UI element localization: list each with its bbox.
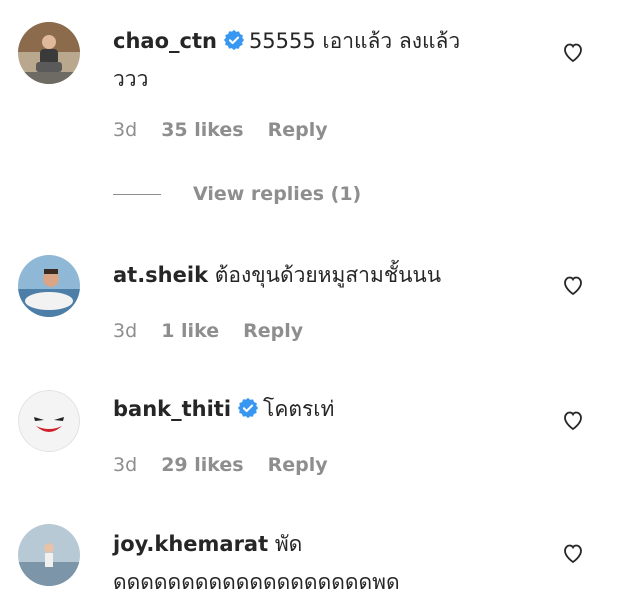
- comment-meta: 3d 1 like Reply: [113, 320, 321, 342]
- comment-meta: 3d 35 likes Reply: [113, 119, 346, 141]
- comment-body-cont: ดดดดดดดดดดดดดดดดดดดพด: [113, 570, 400, 594]
- comment-body: 55555 เอาแล้ว ลงแล้ว: [248, 29, 461, 53]
- comment-text: at.sheik ต้องขุนด้วยหมูสามชั้นนน: [113, 256, 553, 294]
- comment-time[interactable]: 3d: [113, 454, 137, 476]
- username[interactable]: at.sheik: [113, 263, 208, 287]
- username[interactable]: bank_thiti: [113, 397, 231, 421]
- username[interactable]: chao_ctn: [113, 29, 217, 53]
- reply-button[interactable]: Reply: [243, 320, 303, 342]
- comment-body: พัด: [274, 532, 303, 556]
- like-heart-icon[interactable]: [561, 273, 585, 297]
- verified-badge-icon: [237, 393, 259, 419]
- comment-body: ต้องขุนด้วยหมูสามชั้นนน: [214, 263, 442, 287]
- avatar-at-sheik[interactable]: [18, 255, 80, 317]
- avatar-chao-ctn[interactable]: [18, 22, 80, 84]
- view-replies-label: View replies (1): [193, 183, 362, 205]
- avatar-bank-thiti[interactable]: [18, 390, 80, 452]
- comment-body: โคตรเท่: [263, 397, 335, 421]
- comment-text: chao_ctn 55555 เอาแล้ว ลงแล้ว ววว: [113, 22, 553, 98]
- like-heart-icon[interactable]: [561, 40, 585, 64]
- like-heart-icon[interactable]: [561, 541, 585, 565]
- like-heart-icon[interactable]: [561, 408, 585, 432]
- comment-text: bank_thiti โคตรเท่: [113, 390, 553, 428]
- likes-count[interactable]: 29 likes: [161, 454, 243, 476]
- comment-meta: 3d 29 likes Reply: [113, 454, 346, 476]
- view-replies-button[interactable]: View replies (1): [113, 183, 361, 205]
- reply-button[interactable]: Reply: [268, 119, 328, 141]
- comment-body-cont: ววว: [113, 67, 149, 91]
- comment-time[interactable]: 3d: [113, 119, 137, 141]
- likes-count[interactable]: 35 likes: [161, 119, 243, 141]
- avatar-joy-khemarat[interactable]: [18, 524, 80, 586]
- likes-count[interactable]: 1 like: [161, 320, 219, 342]
- username[interactable]: joy.khemarat: [113, 532, 268, 556]
- verified-badge-icon: [223, 25, 245, 51]
- divider-line: [113, 194, 161, 195]
- comment-text: joy.khemarat พัด ดดดดดดดดดดดดดดดดดดดพด: [113, 525, 553, 601]
- reply-button[interactable]: Reply: [268, 454, 328, 476]
- comment-time[interactable]: 3d: [113, 320, 137, 342]
